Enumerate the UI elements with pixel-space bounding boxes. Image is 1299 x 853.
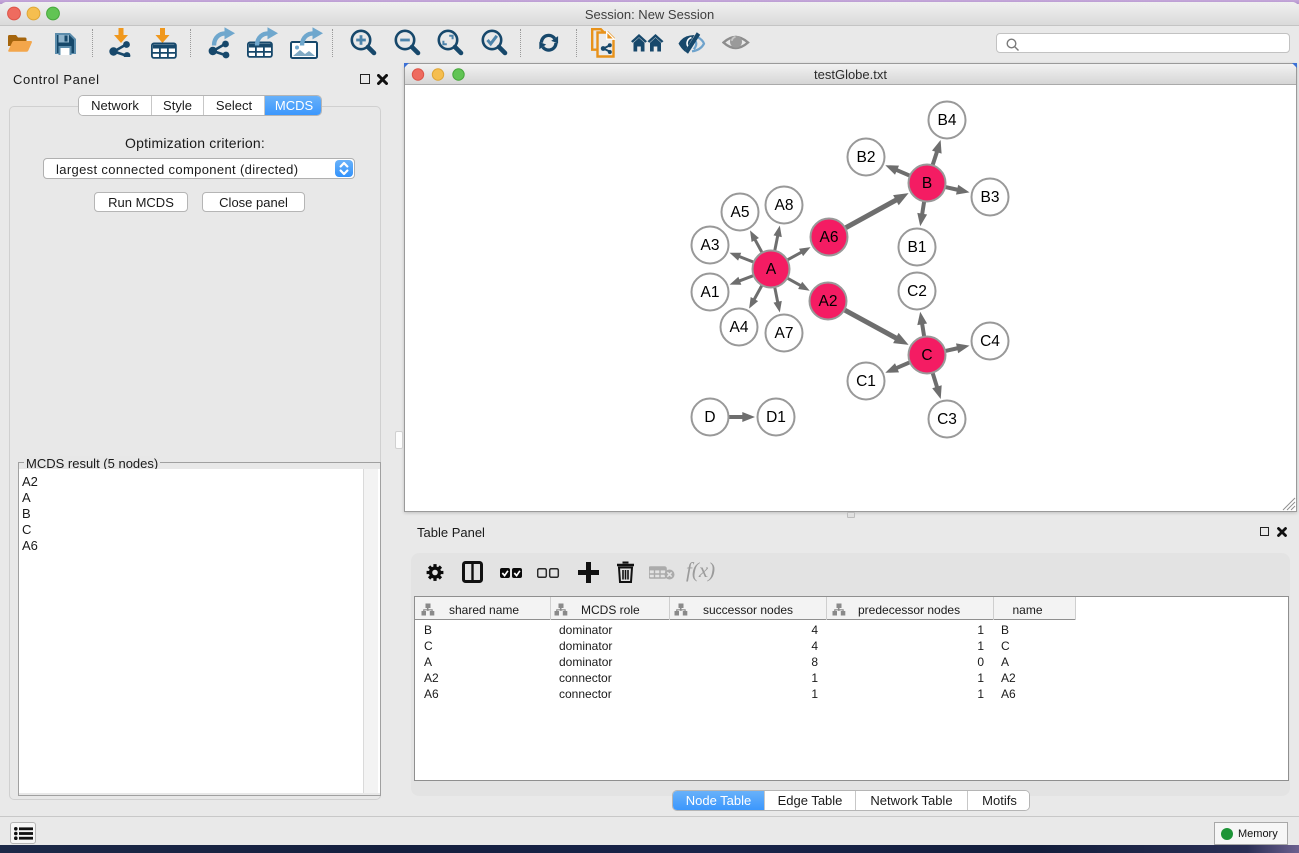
- svg-text:A: A: [766, 261, 777, 278]
- svg-text:A2: A2: [819, 293, 838, 310]
- svg-text:A6: A6: [820, 229, 839, 246]
- svg-text:A5: A5: [731, 204, 750, 221]
- svg-text:B: B: [922, 175, 932, 192]
- svg-text:B1: B1: [908, 239, 927, 256]
- svg-text:C3: C3: [937, 411, 957, 428]
- svg-text:A1: A1: [701, 284, 720, 301]
- svg-text:B2: B2: [857, 149, 876, 166]
- svg-text:C1: C1: [856, 373, 876, 390]
- svg-text:D1: D1: [766, 409, 786, 426]
- svg-text:C2: C2: [907, 283, 927, 300]
- svg-text:C4: C4: [980, 333, 1000, 350]
- svg-text:B3: B3: [981, 189, 1000, 206]
- svg-text:A8: A8: [775, 197, 794, 214]
- svg-text:A3: A3: [701, 237, 720, 254]
- svg-text:D: D: [704, 409, 715, 426]
- svg-text:A7: A7: [775, 325, 794, 342]
- svg-text:C: C: [921, 347, 932, 364]
- svg-text:B4: B4: [938, 112, 957, 129]
- svg-text:A4: A4: [730, 319, 749, 336]
